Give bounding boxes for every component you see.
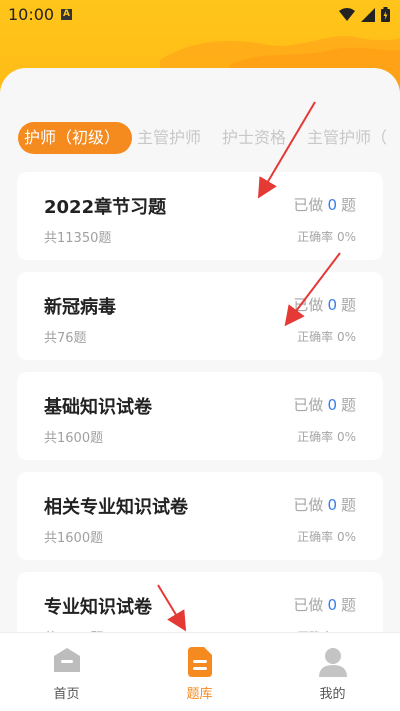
exercise-accuracy: 正确率 0%	[297, 430, 356, 444]
exercise-title: 2022章节习题	[44, 197, 167, 218]
home-icon	[53, 648, 80, 672]
nav-profile[interactable]: 我的	[266, 633, 399, 711]
tab-nurse-qualification[interactable]: 护士资格	[222, 122, 286, 154]
notification-a-icon: A	[61, 9, 72, 20]
profile-icon	[318, 648, 347, 677]
exercise-card[interactable]: 新冠病毒 共76题 已做 0 题 正确率 0%	[17, 272, 383, 360]
exercise-card[interactable]: 相关专业知识试卷 共1600题 已做 0 题 正确率 0%	[17, 472, 383, 560]
nav-home[interactable]: 首页	[0, 633, 133, 711]
exercise-card[interactable]: 2022章节习题 共11350题 已做 0 题 正确率 0%	[17, 172, 383, 260]
exercise-title: 专业知识试卷	[44, 597, 152, 618]
wifi-icon	[339, 7, 355, 21]
exercise-done: 已做 0 题	[293, 496, 356, 514]
nav-home-label: 首页	[53, 687, 80, 702]
exercise-count: 共1600题	[44, 431, 104, 446]
exercise-title: 相关专业知识试卷	[44, 497, 188, 518]
exercise-count: 共1600题	[44, 531, 104, 546]
question-bank-icon	[187, 647, 212, 677]
exercise-accuracy: 正确率 0%	[297, 330, 356, 344]
exercise-card[interactable]: 基础知识试卷 共1600题 已做 0 题 正确率 0%	[17, 372, 383, 460]
exercise-title: 基础知识试卷	[44, 397, 152, 418]
nav-profile-label: 我的	[319, 687, 346, 702]
status-time: 10:00	[8, 5, 55, 24]
exercise-done: 已做 0 题	[293, 396, 356, 414]
exercise-count: 共11350题	[44, 231, 112, 246]
exercise-done: 已做 0 题	[293, 196, 356, 214]
nav-question-bank-label: 题库	[186, 687, 213, 702]
exercise-title: 新冠病毒	[44, 297, 116, 318]
cellular-signal-icon	[361, 7, 375, 22]
tab-nurse-junior[interactable]: 护师（初级）	[18, 122, 133, 154]
status-icons	[339, 7, 390, 22]
nav-question-bank[interactable]: 题库	[133, 633, 266, 711]
exercise-done: 已做 0 题	[293, 596, 356, 614]
status-bar: 10:00 A	[0, 0, 400, 30]
tab-charge-nurse[interactable]: 主管护师	[137, 122, 201, 154]
exercise-count: 共76题	[44, 331, 87, 346]
exercise-done: 已做 0 题	[293, 296, 356, 314]
bottom-navigation: 首页 题库 我的	[0, 632, 400, 711]
category-tabs: 护师（初级） 主管护师 护士资格 主管护师（	[0, 120, 400, 156]
exercise-accuracy: 正确率 0%	[297, 230, 356, 244]
battery-icon	[381, 7, 390, 22]
exercise-accuracy: 正确率 0%	[297, 530, 356, 544]
tab-charge-nurse-2[interactable]: 主管护师（	[307, 122, 387, 154]
